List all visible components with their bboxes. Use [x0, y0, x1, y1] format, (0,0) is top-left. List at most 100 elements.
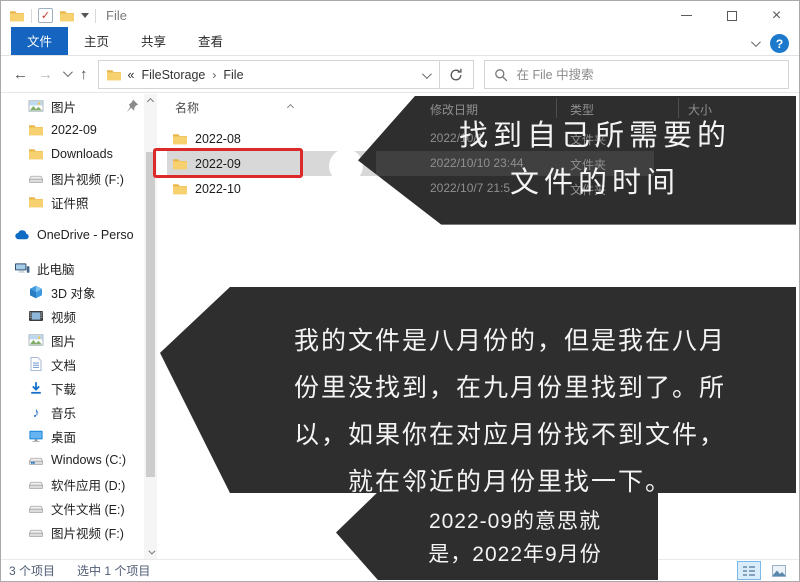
search-input[interactable]: [517, 68, 789, 82]
maximize-button[interactable]: [709, 1, 754, 30]
item-count: 3 个项目: [9, 562, 55, 579]
windows-drive-icon: [28, 452, 44, 468]
minimize-icon: [681, 15, 692, 16]
sidebar-item-label: 图片: [51, 331, 76, 350]
folder-icon: [28, 146, 44, 162]
sidebar-item-label: Windows (C:): [51, 453, 126, 467]
sidebar-item-quick-idphotos[interactable]: 证件照: [1, 190, 144, 214]
tab-view[interactable]: 查看: [182, 27, 239, 55]
sidebar-item-label: 软件应用 (D:): [51, 475, 125, 494]
minimize-button[interactable]: [664, 1, 709, 30]
folder-icon: [9, 8, 25, 24]
folder-icon: [106, 67, 122, 83]
explorer-window: ✓ File × 文件主页共享查看 ? ← → ↑ «: [0, 0, 800, 582]
sidebar-item-label: 2022-09: [51, 123, 97, 137]
cloud-icon: [14, 227, 30, 243]
tab-home[interactable]: 主页: [68, 27, 125, 55]
details-view-button[interactable]: [737, 561, 761, 580]
tab-share[interactable]: 共享: [125, 27, 182, 55]
sidebar-item-label: 音乐: [51, 403, 76, 422]
breadcrumb-overflow[interactable]: «: [128, 68, 135, 82]
drive-icon: [28, 170, 44, 186]
refresh-icon: [448, 67, 464, 83]
help-icon[interactable]: ?: [770, 34, 789, 53]
sidebar-item-this-pc[interactable]: 此电脑: [1, 256, 144, 280]
sidebar-item-pictures[interactable]: 图片: [1, 328, 144, 352]
sidebar-item-3d-objects[interactable]: 3D 对象: [1, 280, 144, 304]
video-icon: [28, 308, 44, 324]
close-button[interactable]: ×: [754, 1, 799, 30]
magnifier-icon: [493, 67, 509, 83]
collapse-ribbon-icon[interactable]: [751, 37, 761, 47]
sidebar-item-documents[interactable]: 文档: [1, 352, 144, 376]
title-bar: ✓ File ×: [1, 1, 799, 30]
sidebar-item-drive-c[interactable]: Windows (C:): [1, 448, 144, 472]
folder-icon[interactable]: [59, 8, 75, 24]
sidebar-item-label: 图片: [51, 97, 76, 116]
sidebar-item-desktop[interactable]: 桌面: [1, 424, 144, 448]
red-annotation-box: [153, 148, 303, 178]
drive-icon: [28, 500, 44, 516]
sidebar-item-onedrive[interactable]: OneDrive - Perso: [1, 223, 144, 247]
breadcrumb-separator-icon: ›: [212, 68, 216, 82]
music-icon: ♪: [28, 404, 44, 420]
sidebar-item-label: 视频: [51, 307, 76, 326]
annotation-callout-top: [358, 96, 796, 230]
window-title: File: [106, 8, 127, 23]
sidebar-item-quick-downloads[interactable]: Downloads: [1, 142, 144, 166]
file-row-2022-10[interactable]: 2022-10: [157, 176, 387, 201]
sidebar-item-downloads[interactable]: 下载: [1, 376, 144, 400]
pin-icon: [124, 98, 140, 114]
sidebar-item-quick-pictures[interactable]: 图片: [1, 94, 144, 118]
pc-icon: [14, 260, 30, 276]
sidebar-item-label: 证件照: [51, 193, 89, 212]
address-dropdown-icon[interactable]: [412, 66, 439, 84]
annotation-callout-middle: [160, 287, 796, 493]
quick-access-dropdown-icon[interactable]: [81, 13, 89, 18]
cube-icon: [28, 284, 44, 300]
sidebar-item-quick-drive-f[interactable]: 图片视频 (F:): [1, 166, 144, 190]
sidebar-item-label: 3D 对象: [51, 283, 95, 302]
sort-ascending-icon[interactable]: [288, 97, 293, 115]
forward-icon[interactable]: →: [38, 66, 53, 83]
search-box[interactable]: [484, 60, 790, 89]
thumbnail-view-button[interactable]: [767, 561, 791, 580]
navigation-pane: 图片 2022-09 Downloads 图片视频 (F:) 证件照 OneDrive -…: [1, 94, 144, 559]
address-bar[interactable]: « FileStorage › File: [98, 60, 440, 89]
sidebar-item-label: 文件文档 (E:): [51, 499, 125, 518]
sidebar-item-quick-2022-09[interactable]: 2022-09: [1, 118, 144, 142]
sidebar-item-videos[interactable]: 视频: [1, 304, 144, 328]
breadcrumb-segment[interactable]: File: [223, 68, 243, 82]
folder-icon: [28, 122, 44, 138]
sidebar-item-label: 图片视频 (F:): [51, 169, 124, 188]
sidebar-item-drive-e[interactable]: 文件文档 (E:): [1, 496, 144, 520]
back-icon[interactable]: ←: [13, 66, 28, 83]
ribbon-tab-bar: 文件主页共享查看 ?: [1, 30, 799, 56]
close-icon: ×: [772, 8, 781, 24]
sidebar-item-drive-f[interactable]: 图片视频 (F:): [1, 520, 144, 544]
scroll-down-icon[interactable]: [144, 545, 157, 559]
file-name: 2022-10: [195, 182, 241, 196]
sidebar-item-drive-d[interactable]: 软件应用 (D:): [1, 472, 144, 496]
document-icon: [28, 356, 44, 372]
scrollbar-thumb[interactable]: [146, 152, 155, 477]
recent-locations-icon[interactable]: [63, 67, 73, 77]
breadcrumb-segment[interactable]: FileStorage: [141, 68, 205, 82]
sidebar-item-music[interactable]: ♪ 音乐: [1, 400, 144, 424]
up-icon[interactable]: ↑: [80, 66, 88, 83]
drive-icon: [28, 524, 44, 540]
maximize-icon: [727, 11, 737, 21]
separator: [31, 9, 32, 23]
checkbox-icon[interactable]: ✓: [38, 8, 53, 23]
sidebar-item-label: OneDrive - Perso: [37, 228, 134, 242]
folder-icon: [172, 131, 188, 147]
sidebar-item-label: 此电脑: [37, 259, 75, 278]
sidebar-item-label: 下载: [51, 379, 76, 398]
pictures-icon: [28, 98, 44, 114]
refresh-button[interactable]: [440, 60, 474, 89]
column-header-name[interactable]: 名称: [175, 99, 199, 116]
tab-file[interactable]: 文件: [11, 27, 68, 55]
scroll-up-icon[interactable]: [144, 94, 157, 108]
pictures-icon: [28, 332, 44, 348]
desktop-icon: [28, 428, 44, 444]
